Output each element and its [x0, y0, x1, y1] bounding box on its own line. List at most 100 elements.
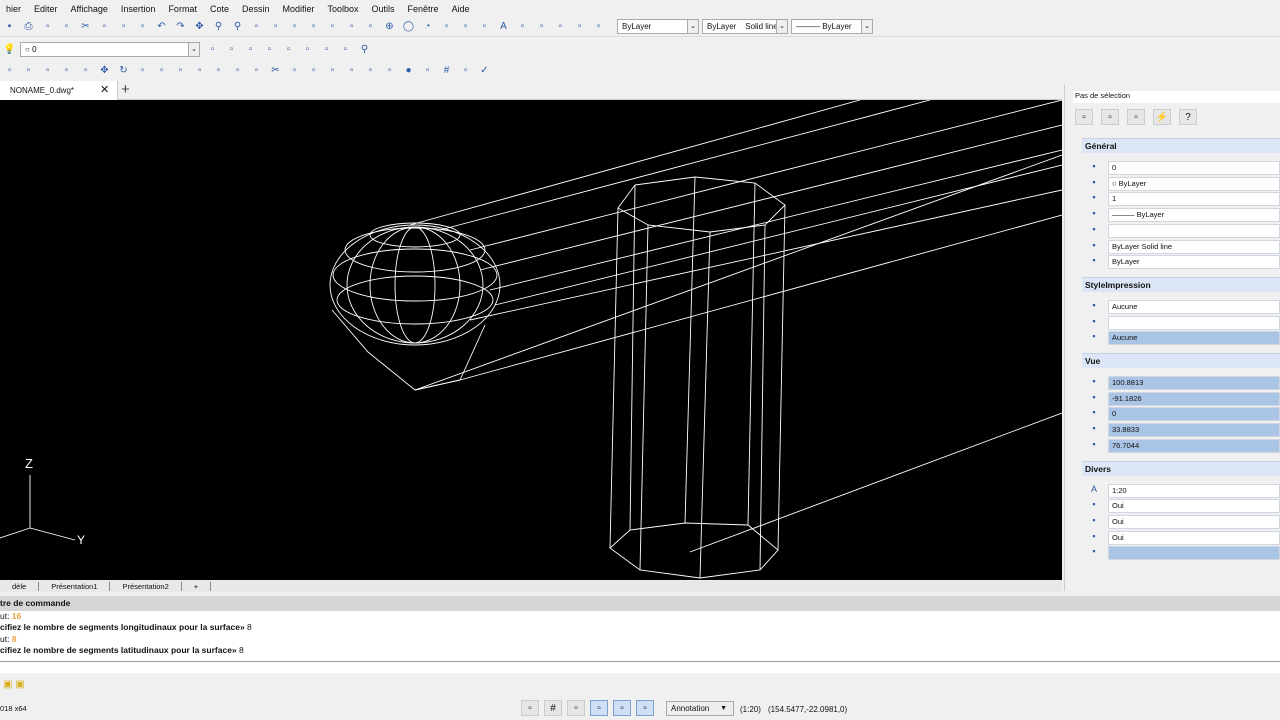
menu-2[interactable]: Affichage — [65, 4, 115, 14]
view-icon[interactable]: ▫ — [268, 19, 283, 34]
menu-6[interactable]: Dessin — [236, 4, 277, 14]
text-icon[interactable]: A — [496, 19, 511, 34]
trim-icon[interactable]: ✂ — [268, 63, 283, 78]
grid-icon[interactable]: # — [544, 700, 562, 716]
explode-icon[interactable]: ▫ — [287, 63, 302, 78]
zoom-icon[interactable]: ⚲ — [357, 42, 372, 57]
menu-1[interactable]: Editer — [28, 4, 65, 14]
property-value[interactable]: 76.7044 — [1108, 438, 1280, 453]
property-value[interactable]: 100.8813 — [1108, 376, 1280, 390]
box-right-icon[interactable]: ▫ — [319, 42, 334, 57]
color-combo[interactable]: ByLayer ⌄ — [617, 19, 699, 34]
pen-icon[interactable]: ▫ — [591, 19, 606, 34]
polar-icon[interactable]: ▫ — [590, 700, 608, 716]
undo-icon[interactable]: ↶ — [154, 19, 169, 34]
chevron-down-icon[interactable]: ⌄ — [188, 42, 199, 56]
property-value[interactable]: ByLayer — [1108, 255, 1280, 270]
save-icon[interactable]: ▪ — [2, 19, 17, 34]
box-left-icon[interactable]: ▫ — [300, 42, 315, 57]
redo-icon[interactable]: ↷ — [173, 19, 188, 34]
front-view-icon[interactable]: ▫ — [325, 19, 340, 34]
property-value[interactable] — [1108, 223, 1280, 238]
close-icon[interactable]: ✕ — [100, 83, 109, 96]
section-vue[interactable]: Vue — [1082, 353, 1280, 368]
property-value[interactable] — [1108, 546, 1280, 561]
command-input[interactable] — [0, 661, 1280, 673]
hatch-icon[interactable]: ▫ — [344, 63, 359, 78]
cut-icon[interactable]: ✂ — [78, 19, 93, 34]
box-front-icon[interactable]: ▫ — [262, 42, 277, 57]
preview-icon[interactable]: ▫ — [59, 19, 74, 34]
menu-4[interactable]: Format — [162, 4, 204, 14]
scale-icon[interactable]: ▫ — [2, 63, 17, 78]
box-top-icon[interactable]: ▫ — [338, 42, 353, 57]
rotate-icon[interactable]: ↻ — [116, 63, 131, 78]
paste-icon[interactable]: ▫ — [116, 19, 131, 34]
chevron-down-icon[interactable]: ⌄ — [687, 20, 698, 33]
property-value[interactable]: ByLayer Solid line — [1108, 239, 1280, 254]
array-icon[interactable]: ▫ — [78, 63, 93, 78]
box-iso-icon[interactable]: ▫ — [243, 42, 258, 57]
menu-11[interactable]: Aide — [446, 4, 477, 14]
lineweight-icon[interactable]: ▫ — [636, 700, 654, 716]
menu-10[interactable]: Fenêtre — [402, 4, 446, 14]
match-properties-icon[interactable]: ▫ — [135, 19, 150, 34]
iso-view-icon[interactable]: ▫ — [287, 19, 302, 34]
layer-state-icon[interactable]: ▫ — [205, 42, 220, 57]
curve-icon[interactable]: ▫ — [477, 19, 492, 34]
linetype-combo[interactable]: ByLayer Solid line ⌄ — [702, 19, 788, 34]
property-value[interactable]: 1:20 — [1108, 483, 1280, 498]
menu-5[interactable]: Cote — [204, 4, 236, 14]
block-icon[interactable]: ▫ — [515, 19, 530, 34]
layout-tab-3[interactable]: + — [182, 581, 212, 591]
lightning-icon[interactable]: ⚡ — [1153, 109, 1171, 125]
ortho-icon[interactable]: ▫ — [567, 700, 585, 716]
chamfer-icon[interactable]: ▫ — [192, 63, 207, 78]
select-objects-icon[interactable]: ▫ — [1101, 109, 1119, 125]
fillet-icon[interactable]: ▫ — [173, 63, 188, 78]
section-divers[interactable]: Divers — [1082, 460, 1280, 476]
property-value[interactable]: ○ ByLayer — [1108, 176, 1280, 191]
section-général[interactable]: Général — [1082, 138, 1280, 153]
lengthen-icon[interactable]: ▫ — [249, 63, 264, 78]
selection-dropdown[interactable]: Pas de sélection — [1073, 91, 1280, 103]
property-value[interactable]: 0 — [1108, 161, 1280, 175]
layer-icon[interactable]: ▫ — [553, 19, 568, 34]
osnap-icon[interactable]: ▫ — [613, 700, 631, 716]
mirror-icon[interactable]: ▫ — [21, 63, 36, 78]
spherical-icon[interactable]: ▫ — [420, 63, 435, 78]
menu-3[interactable]: Insertion — [115, 4, 163, 14]
property-value[interactable]: Aucune — [1108, 299, 1280, 314]
move-icon[interactable]: ✥ — [97, 63, 112, 78]
grid-icon[interactable]: # — [439, 63, 454, 78]
property-value[interactable]: Oui — [1108, 499, 1280, 514]
stretch-icon[interactable]: ▫ — [40, 63, 55, 78]
boolean-icon[interactable]: ▫ — [382, 63, 397, 78]
rotate-view-icon[interactable]: ▫ — [363, 19, 378, 34]
quick-select-icon[interactable]: ▫ — [1075, 109, 1093, 125]
property-value[interactable] — [1108, 315, 1280, 330]
snap-icon[interactable]: ▫ — [521, 700, 539, 716]
print-preview-icon[interactable]: ▫ — [40, 19, 55, 34]
zoom-window-icon[interactable]: ⚲ — [230, 19, 245, 34]
layout-tab-0[interactable]: dèle — [0, 581, 40, 591]
lineweight-combo[interactable]: ——— ByLayer ⌄ — [791, 19, 873, 34]
layout-tab-2[interactable]: Présentation2 — [110, 581, 182, 591]
matrix-icon[interactable]: ▫ — [458, 63, 473, 78]
box-back-icon[interactable]: ▫ — [281, 42, 296, 57]
menu-8[interactable]: Toolbox — [322, 4, 366, 14]
menu-9[interactable]: Outils — [366, 4, 402, 14]
align-icon[interactable]: ▫ — [135, 63, 150, 78]
property-value[interactable]: Oui — [1108, 514, 1280, 529]
annotation-scale-dropdown[interactable]: Annotation ▼ — [666, 701, 734, 716]
circle-icon[interactable]: ◯ — [401, 19, 416, 34]
color-icon[interactable]: ▫ — [249, 19, 264, 34]
zoom-realtime-icon[interactable]: ⚲ — [211, 19, 226, 34]
property-value[interactable]: Oui — [1108, 530, 1280, 545]
copy-icon[interactable]: ▫ — [154, 63, 169, 78]
property-value[interactable]: Aucune — [1108, 331, 1280, 346]
pan-icon[interactable]: ✥ — [192, 19, 207, 34]
layer-combo[interactable]: ○ 0 ⌄ — [20, 41, 200, 57]
check-icon[interactable]: ✓ — [477, 63, 492, 78]
scale-label[interactable]: (1:20) — [740, 705, 761, 714]
